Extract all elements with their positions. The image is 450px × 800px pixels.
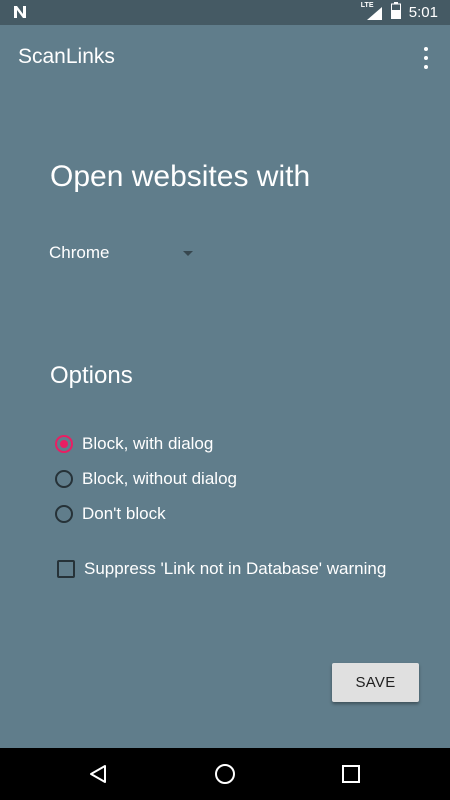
open-websites-heading: Open websites with — [50, 160, 311, 193]
radio-label: Don't block — [82, 504, 166, 523]
app-bar: ScanLinks — [0, 25, 450, 81]
app-title: ScanLinks — [18, 45, 115, 68]
lte-signal-icon: LTE — [361, 2, 383, 21]
radio-unchecked-icon — [55, 505, 73, 523]
browser-select-value: Chrome — [49, 243, 110, 262]
radio-block-without-dialog[interactable]: Block, without dialog — [55, 464, 237, 494]
checkbox-unchecked-icon — [57, 560, 75, 578]
back-icon[interactable] — [68, 748, 128, 800]
dropdown-arrow-icon — [183, 250, 193, 256]
suppress-warning-checkbox[interactable]: Suppress 'Link not in Database' warning — [57, 554, 386, 584]
recents-icon[interactable] — [321, 748, 381, 800]
radio-unchecked-icon — [55, 470, 73, 488]
radio-label: Block, with dialog — [82, 434, 214, 453]
navigation-bar — [0, 748, 450, 800]
save-button[interactable]: SAVE — [332, 663, 419, 702]
radio-dont-block[interactable]: Don't block — [55, 499, 166, 529]
radio-checked-icon — [55, 435, 73, 453]
notification-n-icon — [12, 4, 28, 25]
browser-select[interactable]: Chrome — [49, 236, 199, 270]
battery-icon — [390, 1, 401, 24]
checkbox-label: Suppress 'Link not in Database' warning — [84, 559, 387, 578]
home-icon[interactable] — [195, 748, 255, 800]
overflow-menu-icon[interactable] — [416, 47, 436, 69]
status-time: 5:01 — [408, 4, 438, 21]
options-heading: Options — [50, 362, 133, 389]
radio-block-with-dialog[interactable]: Block, with dialog — [55, 429, 213, 459]
status-bar: LTE 5:01 — [0, 0, 450, 25]
radio-label: Block, without dialog — [82, 469, 237, 488]
